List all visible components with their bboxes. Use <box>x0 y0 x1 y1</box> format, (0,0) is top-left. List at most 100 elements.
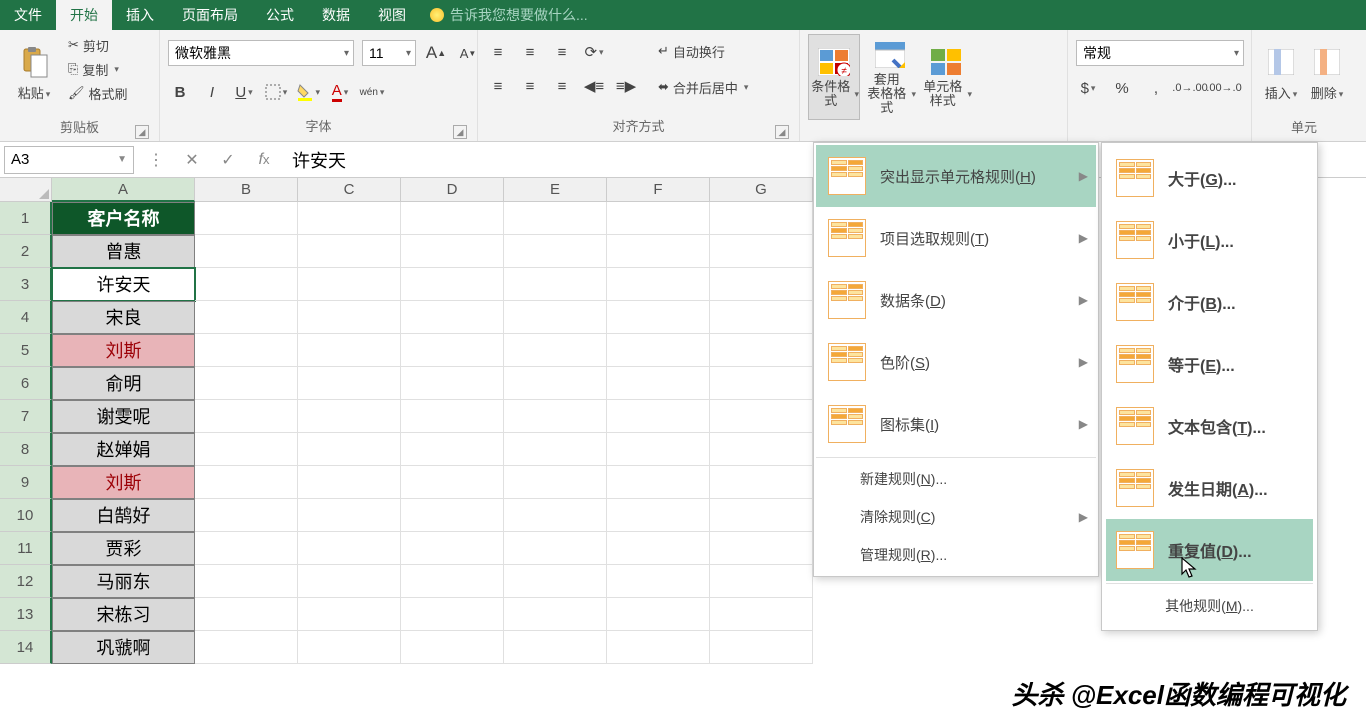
cell[interactable] <box>298 565 401 598</box>
menu-item[interactable]: 新建规则(N)... <box>816 460 1096 498</box>
enter-button[interactable]: ✓ <box>210 146 246 174</box>
cell[interactable] <box>710 433 813 466</box>
cell[interactable]: 巩虢啊 <box>52 631 195 664</box>
cell[interactable] <box>607 565 710 598</box>
row-header[interactable]: 4 <box>0 301 52 334</box>
cell[interactable] <box>401 367 504 400</box>
cell[interactable] <box>607 598 710 631</box>
cell[interactable]: 宋良 <box>52 301 195 334</box>
col-header-C[interactable]: C <box>298 178 401 202</box>
cell[interactable]: 刘斯 <box>52 334 195 367</box>
cell[interactable] <box>607 631 710 664</box>
cell[interactable] <box>607 466 710 499</box>
cell[interactable]: 白鹄好 <box>52 499 195 532</box>
cell[interactable] <box>504 235 607 268</box>
row-header[interactable]: 3 <box>0 268 52 301</box>
fx-button[interactable]: fx <box>246 146 282 174</box>
cell[interactable] <box>504 433 607 466</box>
cell[interactable] <box>195 532 298 565</box>
row-header[interactable]: 7 <box>0 400 52 433</box>
cell[interactable]: 贾彩 <box>52 532 195 565</box>
cell[interactable] <box>195 565 298 598</box>
cell[interactable] <box>195 235 298 268</box>
tab-layout[interactable]: 页面布局 <box>168 0 252 30</box>
cell[interactable] <box>607 235 710 268</box>
cell[interactable] <box>607 301 710 334</box>
cell[interactable] <box>710 565 813 598</box>
col-header-A[interactable]: A <box>52 178 195 202</box>
col-header-E[interactable]: E <box>504 178 607 202</box>
cell[interactable] <box>401 631 504 664</box>
row-header[interactable]: 6 <box>0 367 52 400</box>
cell[interactable] <box>504 202 607 235</box>
name-box[interactable]: A3▼ <box>4 146 134 174</box>
cell[interactable] <box>710 532 813 565</box>
cell[interactable] <box>401 598 504 631</box>
cell[interactable] <box>195 268 298 301</box>
cell[interactable]: 俞明 <box>52 367 195 400</box>
cell[interactable] <box>401 301 504 334</box>
cell[interactable] <box>195 400 298 433</box>
menu-item[interactable]: 突出显示单元格规则(H)▶ <box>816 145 1096 207</box>
align-mid-button[interactable]: ≡ <box>518 40 542 64</box>
menu-item[interactable]: 色阶(S)▶ <box>816 331 1096 393</box>
cell[interactable] <box>607 202 710 235</box>
tab-insert[interactable]: 插入 <box>112 0 168 30</box>
font-name-select[interactable]: 微软雅黑 <box>168 40 354 66</box>
cell[interactable] <box>710 466 813 499</box>
cell[interactable] <box>607 367 710 400</box>
cell[interactable] <box>401 565 504 598</box>
submenu-item[interactable]: 其他规则(M)... <box>1106 586 1313 626</box>
submenu-item[interactable]: 文本包含(T)... <box>1106 395 1313 457</box>
cell[interactable]: 宋栋习 <box>52 598 195 631</box>
merge-center-button[interactable]: ⬌合并后居中 <box>654 76 752 98</box>
cell[interactable] <box>504 499 607 532</box>
cell[interactable] <box>504 268 607 301</box>
cell[interactable] <box>401 268 504 301</box>
cell[interactable] <box>195 598 298 631</box>
tab-file[interactable]: 文件 <box>0 0 56 30</box>
delete-cells-button[interactable]: 删除 <box>1306 34 1348 120</box>
cell[interactable] <box>504 466 607 499</box>
col-header-F[interactable]: F <box>607 178 710 202</box>
insert-cells-button[interactable]: 插入 <box>1260 34 1302 120</box>
cell[interactable] <box>504 598 607 631</box>
cell[interactable] <box>195 631 298 664</box>
tab-home[interactable]: 开始 <box>56 0 112 30</box>
format-painter-button[interactable]: 🖌格式刷 <box>64 82 132 104</box>
cell[interactable] <box>401 334 504 367</box>
row-header[interactable]: 12 <box>0 565 52 598</box>
cell[interactable]: 曾惠 <box>52 235 195 268</box>
conditional-format-button[interactable]: ≠ 条件格式 <box>808 34 860 120</box>
tell-me[interactable]: 告诉我您想要做什么... <box>430 5 588 25</box>
indent-inc-button[interactable]: ≡▶ <box>614 74 638 98</box>
align-launcher[interactable]: ◢ <box>775 125 789 139</box>
cell[interactable] <box>504 400 607 433</box>
cell[interactable] <box>298 301 401 334</box>
row-header[interactable]: 13 <box>0 598 52 631</box>
cell[interactable] <box>298 235 401 268</box>
clipboard-launcher[interactable]: ◢ <box>135 125 149 139</box>
cell[interactable]: 客户名称 <box>52 202 195 235</box>
cell[interactable] <box>401 202 504 235</box>
row-header[interactable]: 9 <box>0 466 52 499</box>
col-header-D[interactable]: D <box>401 178 504 202</box>
cell[interactable] <box>710 499 813 532</box>
cell[interactable] <box>504 367 607 400</box>
row-header[interactable]: 10 <box>0 499 52 532</box>
cell[interactable] <box>504 334 607 367</box>
cell[interactable] <box>710 235 813 268</box>
cell-styles-button[interactable]: 单元格样式 <box>920 34 972 120</box>
phonetic-button[interactable]: wén <box>360 80 384 104</box>
tab-formulas[interactable]: 公式 <box>252 0 308 30</box>
select-all[interactable] <box>0 178 52 202</box>
border-button[interactable] <box>264 80 288 104</box>
shrink-font-button[interactable]: A▼ <box>456 41 480 65</box>
align-right-button[interactable]: ≡ <box>550 74 574 98</box>
number-format-select[interactable]: 常规 <box>1076 40 1244 66</box>
cancel-button[interactable]: ✕ <box>174 146 210 174</box>
menu-item[interactable]: 图标集(I)▶ <box>816 393 1096 455</box>
fill-color-button[interactable] <box>296 80 320 104</box>
cell[interactable] <box>401 433 504 466</box>
font-launcher[interactable]: ◢ <box>453 125 467 139</box>
